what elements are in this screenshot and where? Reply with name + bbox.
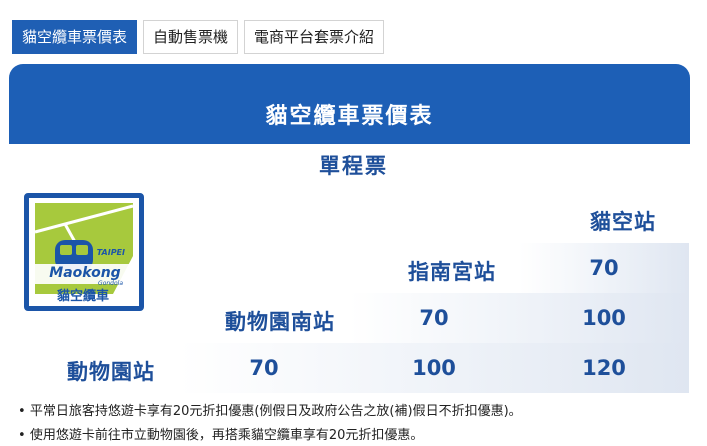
station-zhinan-temple: 指南宮站 xyxy=(408,260,496,284)
station-zoo: 動物園站 xyxy=(67,360,155,384)
logo-text-sub: Gondola xyxy=(98,280,123,287)
logo-text-top: TAIPEI xyxy=(97,248,125,257)
tab-ecommerce-package[interactable]: 電商平台套票介紹 xyxy=(244,20,385,54)
fare-zoo-zoo-south: 70 xyxy=(249,356,279,380)
fare-zoo-maokong: 120 xyxy=(582,356,626,380)
section-subtitle: 單程票 xyxy=(319,154,388,178)
tab-ticket-machine[interactable]: 自動售票機 xyxy=(143,20,239,54)
fare-zhinan-maokong: 70 xyxy=(589,256,619,280)
fare-zoo-south-maokong: 100 xyxy=(582,306,626,330)
note-item: 使用悠遊卡前往市立動物園後，再搭乘貓空纜車享有20元折扣優惠。 xyxy=(18,424,522,446)
logo-text-cn: 貓空纜車 xyxy=(57,288,109,304)
note-item: 平常日旅客持悠遊卡享有20元折扣優惠(例假日及政府公告之放(補)假日不折扣優惠)… xyxy=(18,400,522,424)
maokong-gondola-logo: TAIPEI Maokong Gondola 貓空纜車 xyxy=(24,193,144,311)
fare-table-banner: 貓空纜車票價表 xyxy=(9,64,690,144)
fare-notes: 平常日旅客持悠遊卡享有20元折扣優惠(例假日及政府公告之放(補)假日不折扣優惠)… xyxy=(18,400,522,446)
tab-bar: 貓空纜車票價表 自動售票機 電商平台套票介紹 xyxy=(12,20,390,54)
station-zoo-south: 動物園南站 xyxy=(225,310,335,334)
fare-zoo-zhinan: 100 xyxy=(412,356,456,380)
gondola-logo-icon: TAIPEI Maokong Gondola 貓空纜車 xyxy=(33,203,135,304)
station-maokong: 貓空站 xyxy=(590,210,656,234)
banner-title: 貓空纜車票價表 xyxy=(265,104,434,129)
fare-zoo-south-zhinan: 70 xyxy=(419,306,449,330)
tab-fare-table[interactable]: 貓空纜車票價表 xyxy=(12,20,138,54)
logo-text-main: Maokong xyxy=(49,265,120,281)
